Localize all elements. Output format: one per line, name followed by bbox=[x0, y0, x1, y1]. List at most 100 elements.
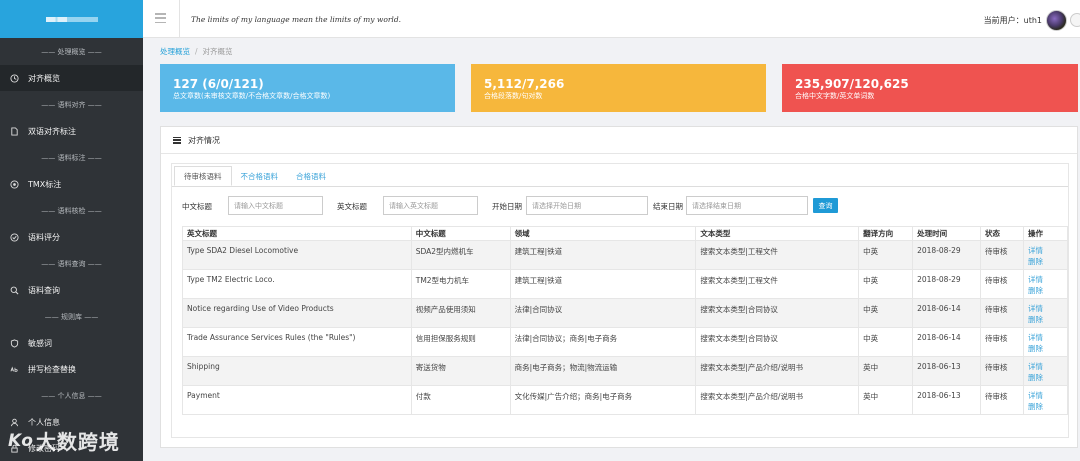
clock-icon bbox=[10, 73, 19, 83]
table-row[interactable]: Notice regarding Use of Video Products 视频… bbox=[182, 298, 1068, 328]
delete-link[interactable]: 删除 bbox=[1028, 372, 1067, 383]
search-icon bbox=[10, 286, 19, 295]
sidebar-group-title: —— 处理概览 —— bbox=[41, 47, 102, 56]
actions-cell: 详情 删除 bbox=[1023, 385, 1068, 415]
sidebar-item[interactable]: TMX标注 bbox=[0, 171, 143, 197]
sidebar-item[interactable]: 双语对齐标注 bbox=[0, 118, 143, 144]
detail-link[interactable]: 详情 bbox=[1028, 245, 1067, 256]
table-cell: 建筑工程|铁道 bbox=[509, 269, 697, 299]
sidebar-group-title: —— 语料核检 —— bbox=[41, 206, 102, 215]
current-user-label[interactable]: 当前用户：uth1 bbox=[984, 15, 1042, 26]
sidebar-item[interactable]: 拼写检查替换 bbox=[0, 356, 143, 382]
delete-link[interactable]: 删除 bbox=[1028, 314, 1067, 325]
breadcrumb-root[interactable]: 处理概览 bbox=[160, 47, 190, 56]
delete-link[interactable]: 删除 bbox=[1028, 401, 1067, 412]
sidebar-item[interactable]: 对齐概览 bbox=[0, 65, 143, 91]
filter-bar: 中文标题 请输入中文标题 英文标题 请输入英文标题 开始日期 请选择开始日期 结… bbox=[172, 196, 1068, 216]
table-cell: 搜索文本类型|产品介绍/说明书 bbox=[695, 385, 860, 415]
column-header[interactable]: 英文标题 bbox=[182, 226, 412, 241]
column-header[interactable]: 文本类型 bbox=[695, 226, 860, 241]
actions-cell: 详情 删除 bbox=[1023, 356, 1068, 386]
breadcrumb-separator: / bbox=[195, 47, 198, 56]
spellcheck-icon bbox=[10, 365, 19, 374]
en-title-input[interactable]: 请输入英文标题 bbox=[383, 196, 478, 215]
end-date-input[interactable]: 请选择结束日期 bbox=[686, 196, 808, 215]
watermark: Ko 大数跨境 bbox=[8, 426, 120, 455]
table-cell: TM2型电力机车 bbox=[410, 269, 511, 299]
sidebar-item[interactable]: 语料查询 bbox=[0, 277, 143, 303]
table-cell: 信用担保服务规则 bbox=[410, 327, 511, 357]
sidebar-item-label: 语料评分 bbox=[28, 232, 60, 242]
table-cell: Shipping bbox=[182, 356, 412, 386]
document-icon bbox=[10, 126, 19, 136]
sidebar-item-label: 语料查询 bbox=[28, 285, 60, 295]
user-avatar[interactable] bbox=[1046, 10, 1067, 31]
table-cell: 文化传媒|广告介绍；商务|电子商务 bbox=[509, 385, 697, 415]
delete-link[interactable]: 删除 bbox=[1028, 256, 1067, 267]
table-row[interactable]: Trade Assurance Services Rules (the "Rul… bbox=[182, 327, 1068, 357]
delete-link[interactable]: 删除 bbox=[1028, 285, 1067, 296]
table-cell: 付款 bbox=[410, 385, 511, 415]
detail-link[interactable]: 详情 bbox=[1028, 361, 1067, 372]
table-cell: 2018-06-14 bbox=[912, 298, 982, 328]
delete-link[interactable]: 删除 bbox=[1028, 343, 1067, 354]
table-cell: 法律|合同协议 bbox=[509, 298, 697, 328]
table-cell: 2018-08-29 bbox=[912, 269, 982, 299]
menu-toggle-icon[interactable] bbox=[155, 13, 166, 23]
brand-logo-area[interactable] bbox=[0, 0, 143, 38]
cn-title-input[interactable]: 请输入中文标题 bbox=[228, 196, 323, 215]
sidebar: —— 处理概览 —— 对齐概览 —— 语料对齐 —— 双语对齐标注 —— 语料标注 ——… bbox=[0, 0, 143, 461]
sidebar-item[interactable]: 语料评分 bbox=[0, 224, 143, 250]
en-title-label: 英文标题 bbox=[337, 202, 367, 211]
sidebar-group-title: —— 规则库 —— bbox=[44, 312, 99, 321]
sidebar-nav: —— 处理概览 —— 对齐概览 —— 语料对齐 —— 双语对齐标注 —— 语料标注 ——… bbox=[0, 38, 143, 461]
table-cell: 中英 bbox=[858, 327, 914, 357]
detail-link[interactable]: 详情 bbox=[1028, 332, 1067, 343]
panel-header: 对齐情况 bbox=[161, 127, 1077, 154]
table-row[interactable]: Shipping 寄送货物 商务|电子商务；物流|物流运输 搜索文本类型|产品介绍/说… bbox=[182, 356, 1068, 386]
column-header[interactable]: 翻译方向 bbox=[858, 226, 914, 241]
tab-unqualified[interactable]: 不合格语料 bbox=[232, 166, 288, 186]
table-cell: SDA2型内燃机车 bbox=[410, 240, 511, 270]
cn-title-label: 中文标题 bbox=[182, 202, 212, 211]
stat-description: 总文章数(未审核文章数/不合格文章数/合格文章数) bbox=[173, 92, 331, 100]
brand-logo[interactable] bbox=[45, 16, 98, 22]
stat-description: 合格段落数/句对数 bbox=[484, 92, 543, 100]
query-button[interactable]: 查询 bbox=[813, 198, 838, 213]
tab-pending[interactable]: 待审核语料 bbox=[174, 166, 232, 186]
table-cell: 待审核 bbox=[980, 356, 1024, 386]
table-header-row: 英文标题 中文标题 领域 文本类型 翻译方向 处理时间 状态 操作 bbox=[182, 226, 1068, 241]
stat-card-words: 235,907/120,625 合格中文字数/英文单词数 bbox=[782, 64, 1078, 112]
table-cell: Type SDA2 Diesel Locomotive bbox=[182, 240, 412, 270]
header-extra-icon[interactable] bbox=[1070, 13, 1080, 27]
column-header[interactable]: 领域 bbox=[509, 226, 697, 241]
sidebar-item-label: 敏感词 bbox=[28, 338, 52, 348]
detail-link[interactable]: 详情 bbox=[1028, 303, 1067, 314]
detail-link[interactable]: 详情 bbox=[1028, 390, 1067, 401]
start-date-input[interactable]: 请选择开始日期 bbox=[526, 196, 648, 215]
detail-link[interactable]: 详情 bbox=[1028, 274, 1067, 285]
table-row[interactable]: Type SDA2 Diesel Locomotive SDA2型内燃机车 建筑工程… bbox=[182, 240, 1068, 270]
actions-cell: 详情 删除 bbox=[1023, 240, 1068, 270]
header-divider bbox=[179, 0, 180, 38]
table-cell: 英中 bbox=[858, 356, 914, 386]
sidebar-item[interactable]: 敏感词 bbox=[0, 330, 143, 356]
table-row[interactable]: Payment 付款 文化传媒|广告介绍；商务|电子商务 搜索文本类型|产品介绍/说明… bbox=[182, 385, 1068, 415]
table-row[interactable]: Type TM2 Electric Loco. TM2型电力机车 建筑工程|铁道 搜索… bbox=[182, 269, 1068, 299]
tab-qualified[interactable]: 合格语料 bbox=[287, 166, 335, 186]
alignment-panel: 对齐情况 待审核语料 不合格语料 合格语料 中文标题 请输入中文标题 英文标题 … bbox=[160, 126, 1078, 448]
column-header[interactable]: 处理时间 bbox=[912, 226, 982, 241]
column-header[interactable]: 操作 bbox=[1023, 226, 1068, 241]
column-header[interactable]: 状态 bbox=[980, 226, 1024, 241]
column-header[interactable]: 中文标题 bbox=[410, 226, 511, 241]
table-cell: 2018-06-14 bbox=[912, 327, 982, 357]
actions-cell: 详情 删除 bbox=[1023, 298, 1068, 328]
corpus-table: 英文标题 中文标题 领域 文本类型 翻译方向 处理时间 状态 操作 Type SDA2 Die… bbox=[182, 226, 1068, 415]
table-cell: Payment bbox=[182, 385, 412, 415]
list-icon bbox=[173, 136, 181, 144]
table-cell: 英中 bbox=[858, 385, 914, 415]
sidebar-item-label: 拼写检查替换 bbox=[28, 364, 76, 374]
panel-body: 待审核语料 不合格语料 合格语料 中文标题 请输入中文标题 英文标题 请输入英文… bbox=[171, 163, 1069, 438]
table-cell: 待审核 bbox=[980, 269, 1024, 299]
table-cell: 商务|电子商务；物流|物流运输 bbox=[509, 356, 697, 386]
